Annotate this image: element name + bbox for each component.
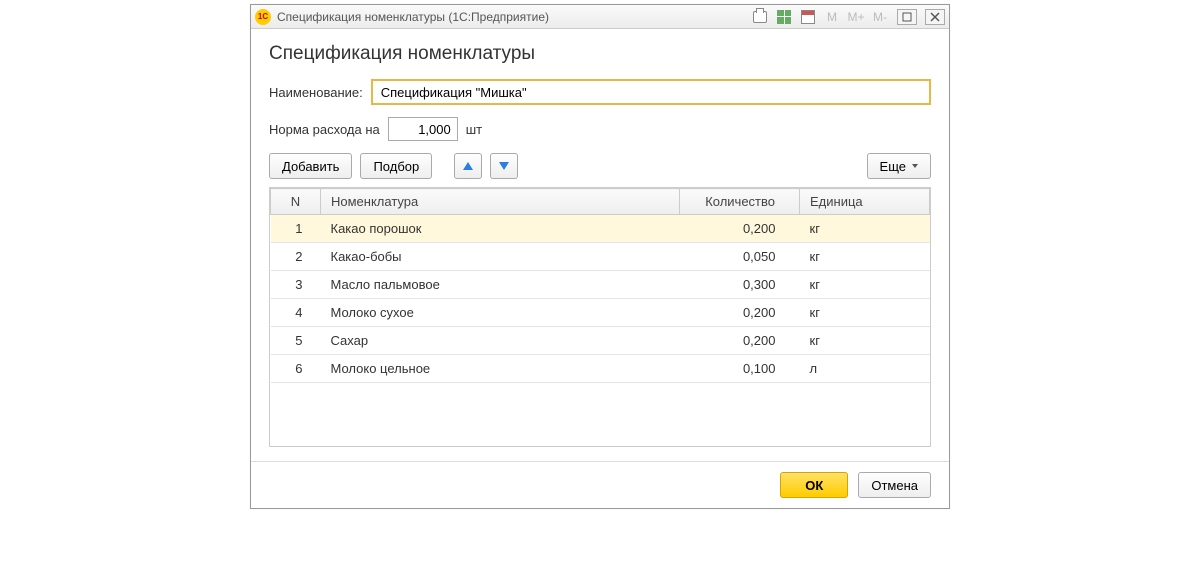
table-row[interactable]: 6Молоко цельное0,100л <box>271 355 930 383</box>
cell-n[interactable]: 2 <box>271 243 321 271</box>
cell-nomenclature[interactable]: Масло пальмовое <box>321 271 680 299</box>
cell-unit[interactable]: кг <box>800 271 930 299</box>
cell-quantity[interactable]: 0,200 <box>680 299 800 327</box>
col-n[interactable]: N <box>271 189 321 215</box>
norm-input[interactable] <box>388 117 458 141</box>
calculator-icon[interactable] <box>775 8 793 26</box>
name-input[interactable] <box>371 79 931 105</box>
footer: ОК Отмена <box>251 461 949 508</box>
cell-n[interactable]: 4 <box>271 299 321 327</box>
norm-unit: шт <box>466 122 482 137</box>
cell-quantity[interactable]: 0,100 <box>680 355 800 383</box>
print-icon[interactable] <box>751 8 769 26</box>
ingredients-table: N Номенклатура Количество Единица 1Какао… <box>270 188 930 383</box>
more-button-label: Еще <box>880 159 906 174</box>
cell-n[interactable]: 1 <box>271 215 321 243</box>
cell-nomenclature[interactable]: Молоко цельное <box>321 355 680 383</box>
move-down-button[interactable] <box>490 153 518 179</box>
cell-quantity[interactable]: 0,200 <box>680 215 800 243</box>
table-toolbar: Добавить Подбор Еще <box>269 153 931 179</box>
memory-mminus-icon: M- <box>871 8 889 26</box>
cell-unit[interactable]: кг <box>800 215 930 243</box>
cancel-button[interactable]: Отмена <box>858 472 931 498</box>
close-button[interactable] <box>925 9 945 25</box>
content-area: Спецификация номенклатуры Наименование: … <box>251 29 949 461</box>
name-field-row: Наименование: <box>269 79 931 105</box>
col-quantity[interactable]: Количество <box>680 189 800 215</box>
app-logo-icon: 1C <box>255 9 271 25</box>
chevron-down-icon <box>912 164 918 168</box>
cell-nomenclature[interactable]: Молоко сухое <box>321 299 680 327</box>
norm-field-row: Норма расхода на шт <box>269 117 931 141</box>
col-nomenclature[interactable]: Номенклатура <box>321 189 680 215</box>
cell-nomenclature[interactable]: Какао порошок <box>321 215 680 243</box>
table-row[interactable]: 2Какао-бобы0,050кг <box>271 243 930 271</box>
table-row[interactable]: 3Масло пальмовое0,300кг <box>271 271 930 299</box>
move-up-button[interactable] <box>454 153 482 179</box>
cell-unit[interactable]: кг <box>800 299 930 327</box>
norm-label: Норма расхода на <box>269 122 380 137</box>
cell-n[interactable]: 5 <box>271 327 321 355</box>
ok-button[interactable]: ОК <box>780 472 848 498</box>
cell-nomenclature[interactable]: Сахар <box>321 327 680 355</box>
minimize-button[interactable] <box>897 9 917 25</box>
cell-n[interactable]: 3 <box>271 271 321 299</box>
table-wrapper[interactable]: N Номенклатура Количество Единица 1Какао… <box>269 187 931 447</box>
calendar-icon[interactable] <box>799 8 817 26</box>
cell-quantity[interactable]: 0,200 <box>680 327 800 355</box>
add-button[interactable]: Добавить <box>269 153 352 179</box>
page-title: Спецификация номенклатуры <box>269 43 931 65</box>
pick-button[interactable]: Подбор <box>360 153 432 179</box>
cell-nomenclature[interactable]: Какао-бобы <box>321 243 680 271</box>
table-row[interactable]: 1Какао порошок0,200кг <box>271 215 930 243</box>
more-button[interactable]: Еще <box>867 153 931 179</box>
titlebar: 1C Спецификация номенклатуры (1С:Предпри… <box>251 5 949 29</box>
arrow-down-icon <box>499 162 509 170</box>
window: 1C Спецификация номенклатуры (1С:Предпри… <box>250 4 950 509</box>
cell-unit[interactable]: л <box>800 355 930 383</box>
memory-m-icon: M <box>823 8 841 26</box>
cell-quantity[interactable]: 0,300 <box>680 271 800 299</box>
col-unit[interactable]: Единица <box>800 189 930 215</box>
cell-n[interactable]: 6 <box>271 355 321 383</box>
cell-unit[interactable]: кг <box>800 327 930 355</box>
name-label: Наименование: <box>269 85 363 100</box>
memory-mplus-icon: M+ <box>847 8 865 26</box>
table-row[interactable]: 4Молоко сухое0,200кг <box>271 299 930 327</box>
cell-unit[interactable]: кг <box>800 243 930 271</box>
table-row[interactable]: 5Сахар0,200кг <box>271 327 930 355</box>
arrow-up-icon <box>463 162 473 170</box>
window-title: Спецификация номенклатуры (1С:Предприяти… <box>277 10 549 24</box>
cell-quantity[interactable]: 0,050 <box>680 243 800 271</box>
